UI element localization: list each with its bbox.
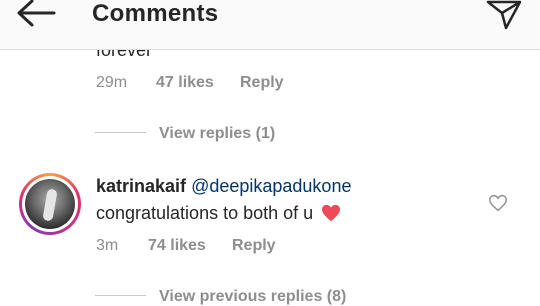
back-arrow-icon[interactable] <box>14 0 58 30</box>
avatar-photo <box>25 179 75 229</box>
comment-header-line: katrinakaif @deepikapadukone <box>96 176 351 197</box>
comment-likes-count[interactable]: 74 likes <box>148 237 206 255</box>
comment-likes-count[interactable]: 47 likes <box>156 74 214 92</box>
comment-timestamp: 3m <box>96 237 119 254</box>
comment-username[interactable]: katrinakaif <box>96 176 186 196</box>
comment-mention[interactable]: @deepikapadukone <box>191 176 351 196</box>
comment-text-line: congratulations to both of u <box>96 203 342 224</box>
top-app-bar: Comments <box>0 0 540 50</box>
view-replies-link[interactable]: View replies (1) <box>159 125 275 143</box>
replies-divider <box>95 132 146 133</box>
reply-button[interactable]: Reply <box>232 237 276 255</box>
avatar[interactable] <box>19 173 81 235</box>
view-previous-replies-link[interactable]: View previous replies (8) <box>159 288 346 306</box>
reply-button[interactable]: Reply <box>240 74 284 92</box>
comment-text: congratulations to both of u <box>96 203 314 223</box>
red-heart-emoji-icon <box>322 204 341 222</box>
comment-timestamp: 29m <box>96 74 128 91</box>
replies-divider <box>95 295 146 296</box>
heart-outline-icon[interactable] <box>488 194 508 212</box>
page-title: Comments <box>92 0 219 27</box>
direct-send-icon[interactable] <box>484 0 524 30</box>
